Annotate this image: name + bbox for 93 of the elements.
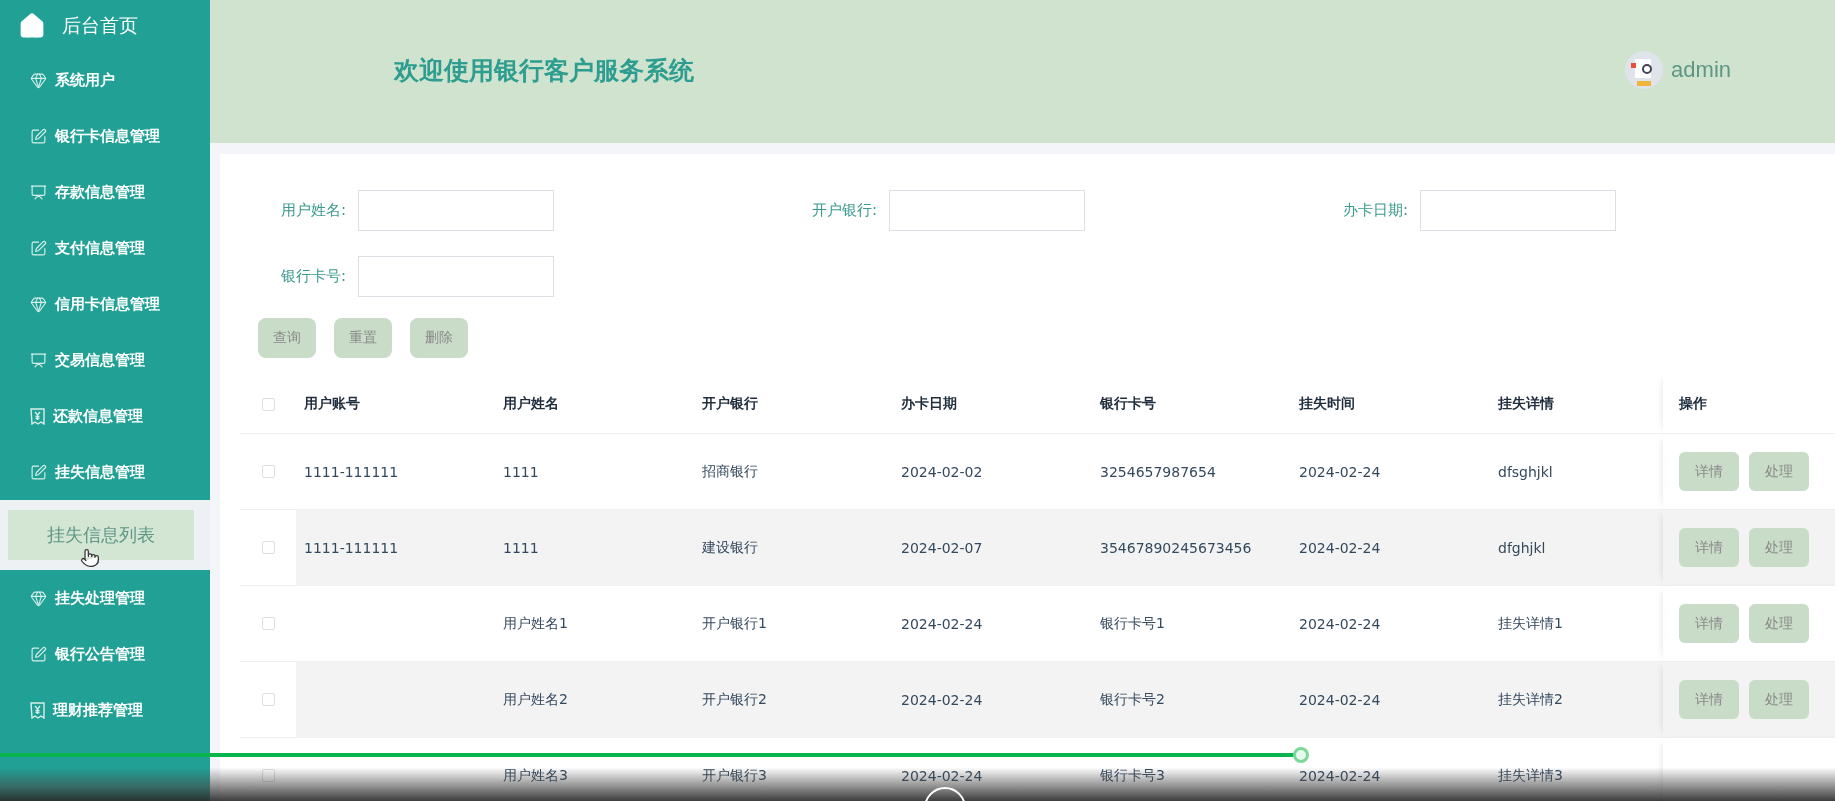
table-cell: 银行卡号2 <box>1100 690 1165 709</box>
row-checkbox[interactable] <box>261 693 275 706</box>
table-cell: 1111 <box>503 463 539 480</box>
diamond-icon <box>30 295 47 313</box>
text-field[interactable] <box>889 190 1085 231</box>
column-header: 办卡日期 <box>900 394 958 413</box>
menu-item[interactable]: 挂失处理管理 <box>0 570 210 626</box>
table-cell: 35467890245673456 <box>1100 539 1252 556</box>
table-cell: 开户银行1 <box>702 614 767 633</box>
select-all-checkbox[interactable] <box>261 397 275 411</box>
page-title: 欢迎使用银行客户服务系统 <box>394 54 694 87</box>
table-cell: 建设银行 <box>702 538 758 557</box>
row-action-button[interactable]: 详情 <box>1679 452 1739 491</box>
column-header: 开户银行 <box>701 394 759 413</box>
column-header: 用户姓名 <box>502 394 560 413</box>
text-field[interactable] <box>358 256 554 297</box>
home-icon[interactable] <box>18 12 46 40</box>
chart-icon <box>30 183 47 201</box>
table-cell: 开户银行3 <box>702 766 767 785</box>
row-action-button[interactable]: 处理 <box>1749 452 1809 491</box>
row-checkbox[interactable] <box>261 465 275 478</box>
edit-icon <box>30 645 47 663</box>
table-cell: 1111 <box>503 539 539 556</box>
table-cell: 2024-02-02 <box>901 463 983 480</box>
home-link[interactable]: 后台首页 <box>62 13 138 39</box>
hand-cursor-icon <box>80 548 100 568</box>
menu-item[interactable]: 还款信息管理 <box>0 388 210 444</box>
user-name[interactable]: admin <box>1671 57 1731 83</box>
edit-icon <box>30 127 47 145</box>
field-label: 办卡日期: <box>1341 201 1409 220</box>
table-cell: 3254657987654 <box>1100 463 1216 480</box>
edit-icon <box>30 239 47 257</box>
menu-item[interactable]: 银行公告管理 <box>0 626 210 682</box>
table-cell: 2024-02-24 <box>901 615 983 632</box>
table-cell: 银行卡号1 <box>1100 614 1165 633</box>
field-label: 开户银行: <box>810 201 878 220</box>
table-cell: 2024-02-24 <box>1299 463 1381 480</box>
menu-item[interactable]: 挂失信息管理 <box>0 444 210 500</box>
diamond-icon <box>30 589 47 607</box>
menu-item[interactable]: 交易信息管理 <box>0 332 210 388</box>
field-label: 用户姓名: <box>279 201 347 220</box>
menu-item[interactable]: 存款信息管理 <box>0 164 210 220</box>
menu-item[interactable]: 支付信息管理 <box>0 220 210 276</box>
action-button[interactable]: 查询 <box>258 318 316 358</box>
menu-item[interactable]: 理财推荐管理 <box>0 682 210 738</box>
diamond-icon <box>30 71 47 89</box>
column-header: 挂失时间 <box>1298 394 1356 413</box>
table-cell: 2024-02-24 <box>1299 615 1381 632</box>
table-cell: dfsghjkl <box>1498 463 1553 480</box>
table-cell: 开户银行2 <box>702 690 767 709</box>
row-action-button[interactable]: 处理 <box>1749 680 1809 719</box>
table-cell: 招商银行 <box>702 462 758 481</box>
column-header: 挂失详情 <box>1497 394 1555 413</box>
menu-item[interactable]: 银行卡信息管理 <box>0 108 210 164</box>
table-cell: 2024-02-24 <box>1299 691 1381 708</box>
avatar-icon[interactable] <box>1625 51 1664 89</box>
table-cell: 2024-02-24 <box>901 691 983 708</box>
yen-receipt-icon <box>30 407 45 425</box>
table-cell: 用户姓名1 <box>503 614 568 633</box>
table-cell: 用户姓名2 <box>503 690 568 709</box>
text-field[interactable] <box>1420 190 1616 231</box>
row-action-button[interactable]: 详情 <box>1679 604 1739 643</box>
menu-item[interactable]: 系统用户 <box>0 52 210 108</box>
table-cell: 2024-02-07 <box>901 539 983 556</box>
table-cell: dfghjkl <box>1498 539 1546 556</box>
chart-icon <box>30 351 47 369</box>
row-action-button[interactable]: 详情 <box>1679 680 1739 719</box>
menu-item[interactable]: 信用卡信息管理 <box>0 276 210 332</box>
row-checkbox[interactable] <box>261 541 275 554</box>
row-action-button[interactable]: 详情 <box>1679 528 1739 567</box>
table-cell: 2024-02-24 <box>1299 767 1381 784</box>
yen-receipt-icon <box>30 701 45 719</box>
row-action-button[interactable]: 处理 <box>1749 528 1809 567</box>
row-checkbox[interactable] <box>261 617 275 630</box>
table-cell: 挂失详情3 <box>1498 766 1563 785</box>
table-cell: 1111-111111 <box>304 539 399 556</box>
column-header: 操作 <box>1679 395 1707 413</box>
action-button[interactable]: 删除 <box>410 318 468 358</box>
action-button[interactable]: 重置 <box>334 318 392 358</box>
table-cell: 1111-111111 <box>304 463 399 480</box>
row-action-button[interactable]: 处理 <box>1749 604 1809 643</box>
text-field[interactable] <box>358 190 554 231</box>
table-cell: 用户姓名3 <box>503 766 568 785</box>
table-cell: 银行卡号3 <box>1100 766 1165 785</box>
table-cell: 挂失详情1 <box>1498 614 1563 633</box>
table-cell: 2024-02-24 <box>1299 539 1381 556</box>
row-checkbox[interactable] <box>261 769 275 782</box>
column-header: 银行卡号 <box>1098 394 1157 413</box>
table-cell: 2024-02-24 <box>901 767 983 784</box>
field-label: 银行卡号: <box>279 267 347 286</box>
edit-icon <box>30 463 47 481</box>
column-header: 用户账号 <box>303 394 361 413</box>
table-cell: 挂失详情2 <box>1498 690 1563 709</box>
